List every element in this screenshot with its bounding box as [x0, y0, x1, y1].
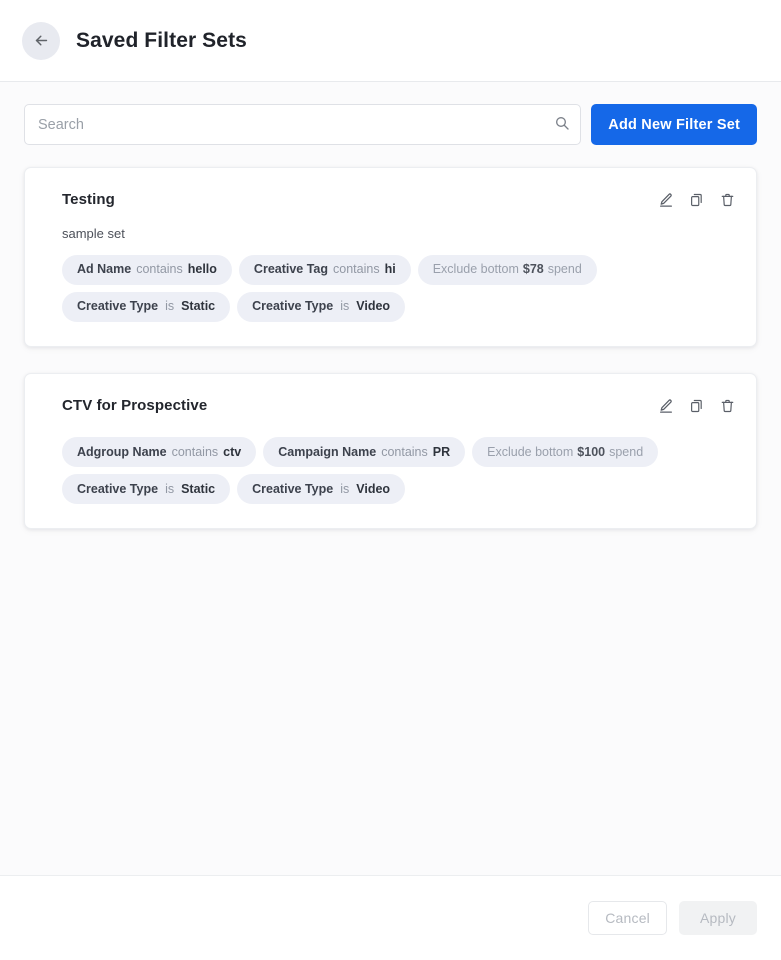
chip-value: Video: [356, 483, 390, 496]
arrow-left-icon: [33, 32, 50, 49]
filter-set-card-header: CTV for Prospective: [41, 396, 736, 416]
chip-suffix: spend: [609, 446, 643, 459]
chip-field: Creative Type: [77, 300, 158, 313]
chip-operator: contains: [172, 446, 219, 459]
chip-operator: is: [165, 483, 174, 496]
apply-button[interactable]: Apply: [679, 901, 757, 935]
chip-value: Video: [356, 300, 390, 313]
chip-field: Creative Type: [252, 483, 333, 496]
filter-set-description: sample set: [41, 226, 736, 241]
filter-chip: Exclude bottom $78 spend: [418, 255, 597, 285]
chip-operator: contains: [381, 446, 428, 459]
chip-operator: is: [340, 300, 349, 313]
filter-chip: Adgroup Name contains ctv: [62, 437, 256, 467]
filter-set-title: CTV for Prospective: [41, 396, 207, 416]
filter-chip-row: Creative Type is Static Creative Type is…: [41, 474, 736, 504]
chip-operator: contains: [333, 263, 380, 276]
chip-value: PR: [433, 446, 450, 459]
chip-field: Creative Tag: [254, 263, 328, 276]
chip-field: Creative Type: [77, 483, 158, 496]
chip-field: Creative Type: [252, 300, 333, 313]
chip-value: hi: [385, 263, 396, 276]
edit-filter-set-button[interactable]: [657, 191, 674, 209]
pencil-icon: [658, 192, 674, 208]
filter-chip: Creative Type is Video: [237, 292, 405, 322]
filter-chip: Campaign Name contains PR: [263, 437, 465, 467]
edit-filter-set-button[interactable]: [657, 397, 674, 415]
filter-chip: Ad Name contains hello: [62, 255, 232, 285]
filter-chip: Creative Type is Static: [62, 474, 230, 504]
chip-field: Ad Name: [77, 263, 131, 276]
duplicate-filter-set-button[interactable]: [688, 397, 705, 415]
filter-set-card-actions: [657, 396, 736, 415]
filter-chip: Creative Type is Video: [237, 474, 405, 504]
chip-value: $100: [577, 446, 605, 459]
pencil-icon: [658, 398, 674, 414]
filter-set-card-actions: [657, 190, 736, 209]
filter-set-card-header: Testing: [41, 190, 736, 210]
chip-suffix: spend: [548, 263, 582, 276]
search-input[interactable]: [24, 104, 581, 145]
filter-chip-row: Creative Type is Static Creative Type is…: [41, 292, 736, 322]
copy-icon: [689, 192, 704, 208]
filter-chip: Creative Tag contains hi: [239, 255, 411, 285]
chip-field: Exclude bottom: [487, 446, 573, 459]
add-new-filter-set-button[interactable]: Add New Filter Set: [591, 104, 757, 145]
delete-filter-set-button[interactable]: [719, 191, 736, 209]
chip-operator: is: [165, 300, 174, 313]
page-header: Saved Filter Sets: [0, 0, 781, 82]
search-icon: [554, 115, 570, 134]
chip-field: Adgroup Name: [77, 446, 167, 459]
chip-value: Static: [181, 300, 215, 313]
chip-operator: is: [340, 483, 349, 496]
back-button[interactable]: [22, 22, 60, 60]
trash-icon: [720, 192, 735, 208]
filter-set-title: Testing: [41, 190, 115, 210]
duplicate-filter-set-button[interactable]: [688, 191, 705, 209]
chip-field: Campaign Name: [278, 446, 376, 459]
cancel-button[interactable]: Cancel: [588, 901, 667, 935]
chip-value: $78: [523, 263, 544, 276]
filter-set-card[interactable]: Testing: [24, 167, 757, 347]
filter-set-card[interactable]: CTV for Prospective: [24, 373, 757, 530]
trash-icon: [720, 398, 735, 414]
search-toolbar: Add New Filter Set: [0, 82, 781, 145]
filter-chip: Creative Type is Static: [62, 292, 230, 322]
chip-value: hello: [188, 263, 217, 276]
search-button[interactable]: [552, 115, 572, 135]
page-title: Saved Filter Sets: [76, 29, 247, 53]
filter-set-list: Testing: [0, 145, 781, 875]
filter-chip-row: Adgroup Name contains ctv Campaign Name …: [41, 437, 736, 467]
delete-filter-set-button[interactable]: [719, 397, 736, 415]
filter-chip: Exclude bottom $100 spend: [472, 437, 658, 467]
chip-value: Static: [181, 483, 215, 496]
page-footer: Cancel Apply: [0, 875, 781, 960]
filter-chip-row: Ad Name contains hello Creative Tag cont…: [41, 255, 736, 285]
filter-chip-rows: Ad Name contains hello Creative Tag cont…: [41, 255, 736, 322]
copy-icon: [689, 398, 704, 414]
filter-chip-rows: Adgroup Name contains ctv Campaign Name …: [41, 437, 736, 504]
chip-field: Exclude bottom: [433, 263, 519, 276]
chip-value: ctv: [223, 446, 241, 459]
chip-operator: contains: [136, 263, 183, 276]
saved-filter-sets-page: Saved Filter Sets Add New Filter Set Tes…: [0, 0, 781, 960]
search-field-wrapper: [24, 104, 581, 145]
